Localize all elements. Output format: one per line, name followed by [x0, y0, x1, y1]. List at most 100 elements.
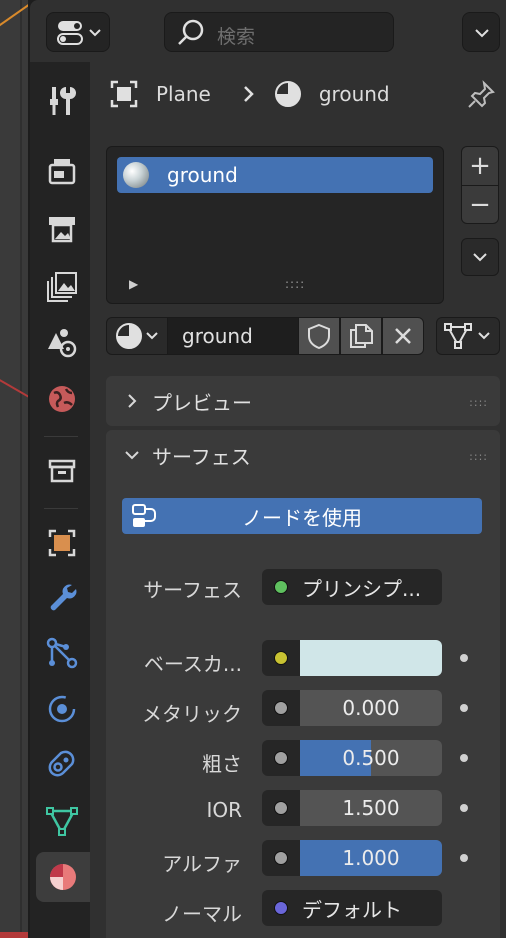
- preview-section: プレビュー ::::: [106, 376, 500, 426]
- 3d-viewport-edge[interactable]: [0, 0, 28, 938]
- prop-label: アルファ: [162, 852, 242, 876]
- prop-label: 粗さ: [202, 752, 242, 776]
- tool-icon: [50, 87, 76, 115]
- roughness-slider[interactable]: 0.500: [300, 740, 442, 776]
- search-placeholder: 検索: [217, 26, 256, 48]
- chevron-down-icon: [475, 29, 489, 38]
- drag-handle-icon[interactable]: ::::: [469, 450, 488, 463]
- normal-value: デフォルト: [302, 897, 402, 922]
- keyframe-dot-icon[interactable]: [460, 754, 468, 762]
- material-icon: [274, 81, 301, 107]
- surface-section-header[interactable]: サーフェス ::::: [106, 430, 500, 480]
- surface-shader-field[interactable]: プリンシプ...: [262, 569, 442, 605]
- search-icon: [178, 19, 204, 45]
- expand-filter-icon[interactable]: ▶: [129, 277, 138, 291]
- properties-tab-bar: [30, 62, 90, 938]
- tab-view-layer[interactable]: [36, 262, 88, 312]
- viewport-orange-line: [0, 0, 28, 30]
- keyframe-dot-icon[interactable]: [460, 654, 468, 662]
- tab-collection[interactable]: [36, 446, 88, 496]
- alpha-slider[interactable]: 1.000: [300, 840, 442, 876]
- pin-button[interactable]: [466, 80, 496, 114]
- use-nodes-button[interactable]: ノードを使用: [122, 498, 482, 534]
- tab-modifiers[interactable]: [36, 572, 88, 622]
- socket-dot-icon: [274, 651, 288, 665]
- material-slot-list[interactable]: ground ▶ ::::: [106, 146, 444, 304]
- browse-material-button[interactable]: [106, 317, 168, 355]
- view-layer-icon: [47, 272, 77, 302]
- tab-output[interactable]: [36, 204, 88, 254]
- keyframe-dot-icon[interactable]: [460, 704, 468, 712]
- tab-physics[interactable]: [36, 684, 88, 734]
- normal-field[interactable]: デフォルト: [262, 890, 442, 926]
- socket-button[interactable]: [262, 790, 300, 826]
- mesh-data-icon: [46, 807, 78, 836]
- prop-label: ベースカ...: [143, 652, 242, 676]
- keyframe-dot-icon[interactable]: [460, 854, 468, 862]
- tab-constraints[interactable]: [36, 740, 88, 790]
- properties-panel: Plane ground ground ▶ :::: + − ground プレ…: [90, 62, 506, 938]
- editor-type-icon: [57, 21, 101, 45]
- base-color-swatch[interactable]: [300, 640, 442, 676]
- socket-button[interactable]: [262, 690, 300, 726]
- socket-dot-icon: [274, 751, 288, 765]
- metallic-slider[interactable]: 0.000: [300, 690, 442, 726]
- viewport-red-axis: [0, 370, 28, 402]
- slider-value: 0.500: [342, 746, 400, 770]
- search-field[interactable]: 検索: [164, 12, 394, 52]
- tab-world[interactable]: [36, 374, 88, 424]
- tab-tool[interactable]: [36, 76, 88, 126]
- list-item[interactable]: ground: [117, 157, 433, 193]
- tab-separator: [44, 436, 78, 437]
- slider-value: 0.000: [342, 696, 400, 720]
- world-icon: [49, 386, 75, 412]
- shield-icon: [308, 323, 330, 350]
- remove-slot-button[interactable]: −: [462, 185, 498, 223]
- material-name-field[interactable]: ground: [168, 317, 298, 355]
- tab-particles[interactable]: [36, 628, 88, 678]
- socket-button[interactable]: [262, 740, 300, 776]
- render-icon: [48, 159, 76, 185]
- socket-button[interactable]: [262, 640, 300, 676]
- breadcrumb: Plane ground: [108, 74, 390, 114]
- tab-texture[interactable]: [36, 912, 88, 938]
- pin-icon: [468, 80, 495, 108]
- ior-field[interactable]: 1.500: [300, 790, 442, 826]
- tab-render[interactable]: [36, 146, 88, 196]
- vector-socket-icon: [274, 901, 288, 915]
- constraints-icon: [48, 750, 75, 777]
- tab-data[interactable]: [36, 796, 88, 846]
- add-slot-button[interactable]: +: [462, 147, 498, 185]
- tab-scene[interactable]: [36, 316, 88, 366]
- fake-user-button[interactable]: [298, 317, 340, 355]
- surface-section: サーフェス :::: ノードを使用 サーフェス プリンシプ... ベースカ...…: [106, 430, 500, 938]
- link-data-dropdown[interactable]: [436, 317, 500, 355]
- chevron-down-icon: [473, 253, 487, 262]
- shader-socket-icon: [274, 580, 288, 594]
- socket-dot-icon: [274, 851, 288, 865]
- socket-button[interactable]: [262, 840, 300, 876]
- duplicate-material-button[interactable]: [340, 317, 382, 355]
- use-nodes-label: ノードを使用: [242, 505, 362, 530]
- resize-grip[interactable]: ::::: [285, 277, 305, 291]
- unlink-material-button[interactable]: [382, 317, 424, 355]
- output-icon: [49, 217, 75, 243]
- preview-section-header[interactable]: プレビュー ::::: [106, 376, 500, 426]
- chevron-down-icon: [125, 451, 139, 460]
- socket-dot-icon: [274, 701, 288, 715]
- material-ball-icon: [123, 162, 149, 188]
- editor-type-dropdown[interactable]: [46, 12, 110, 52]
- object-icon: [48, 529, 76, 557]
- slider-value: 1.000: [342, 846, 400, 870]
- node-tree-icon: [132, 504, 156, 527]
- tab-separator: [44, 508, 78, 509]
- header-options-dropdown[interactable]: [462, 12, 500, 52]
- drag-handle-icon[interactable]: ::::: [469, 396, 488, 409]
- tab-material[interactable]: [36, 852, 90, 902]
- preview-section-title: プレビュー: [152, 390, 252, 415]
- keyframe-dot-icon[interactable]: [460, 804, 468, 812]
- material-icon: [50, 864, 76, 890]
- slot-specials-dropdown[interactable]: [461, 238, 499, 276]
- tab-object[interactable]: [36, 518, 88, 568]
- object-icon: [110, 80, 138, 108]
